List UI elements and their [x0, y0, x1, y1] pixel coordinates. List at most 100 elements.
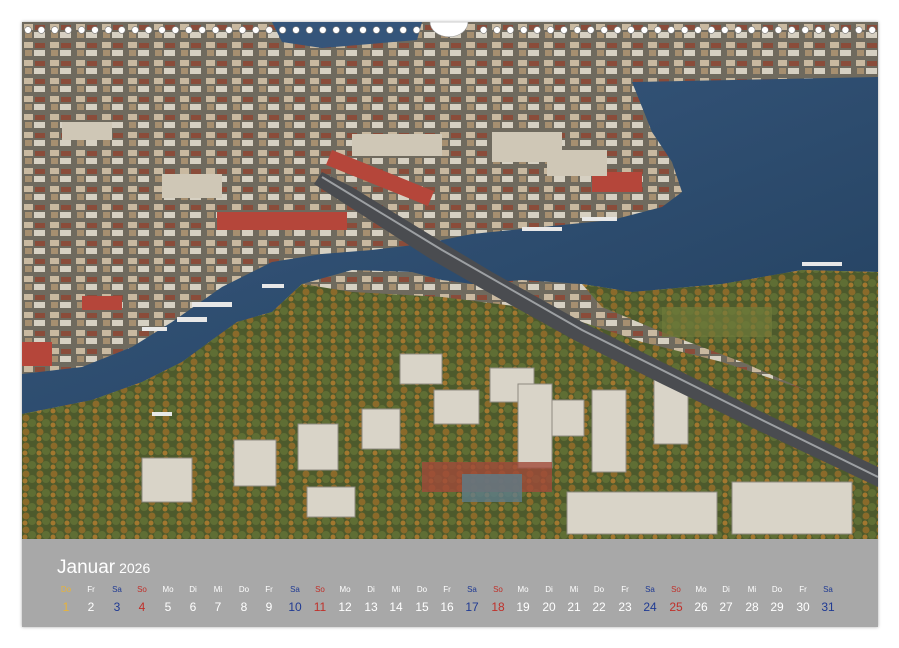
day-cell: Fr 16 [435, 584, 459, 614]
year-label: 2026 [119, 560, 150, 576]
weekday-label: Di [537, 584, 561, 596]
day-cell: Mi 28 [740, 584, 764, 614]
day-cell: Do 15 [410, 584, 434, 614]
day-number: 14 [384, 600, 408, 614]
weekday-label: Mi [206, 584, 230, 596]
day-cell: Mi 7 [206, 584, 230, 614]
day-cell: Di 27 [714, 584, 738, 614]
weekday-label: Fr [613, 584, 637, 596]
aerial-city-river-illustration [22, 22, 878, 539]
weekday-label: Di [181, 584, 205, 596]
day-number: 4 [130, 600, 154, 614]
day-cell: Mi 21 [562, 584, 586, 614]
day-cell: So 11 [308, 584, 332, 614]
day-number: 28 [740, 600, 764, 614]
weekday-label: Mo [156, 584, 180, 596]
day-number: 20 [537, 600, 561, 614]
weekday-label: Do [54, 584, 78, 596]
day-number: 25 [664, 600, 688, 614]
calendar-bar: Januar2026 Do1Fr2Sa3So4Mo5Di6Mi7Do8Fr9Sa… [22, 539, 878, 627]
weekday-label: Do [232, 584, 256, 596]
day-number: 19 [511, 600, 535, 614]
day-number: 13 [359, 600, 383, 614]
day-number: 18 [486, 600, 510, 614]
day-number: 1 [54, 600, 78, 614]
day-cell: Fr 2 [79, 584, 103, 614]
day-number: 7 [206, 600, 230, 614]
day-number: 10 [283, 600, 307, 614]
weekday-label: Fr [435, 584, 459, 596]
day-number: 9 [257, 600, 281, 614]
day-grid: Do1Fr2Sa3So4Mo5Di6Mi7Do8Fr9Sa10So11Mo12D… [54, 584, 854, 624]
weekday-label: So [664, 584, 688, 596]
weekday-label: Mo [333, 584, 357, 596]
weekday-label: Sa [283, 584, 307, 596]
day-number: 22 [587, 600, 611, 614]
day-number: 24 [638, 600, 662, 614]
day-number: 31 [816, 600, 840, 614]
day-cell: Di 6 [181, 584, 205, 614]
day-number: 29 [765, 600, 789, 614]
weekday-label: Do [410, 584, 434, 596]
day-number: 21 [562, 600, 586, 614]
day-cell: Fr 9 [257, 584, 281, 614]
month-heading: Januar2026 [57, 557, 150, 579]
weekday-label: Di [714, 584, 738, 596]
day-cell: Mo 5 [156, 584, 180, 614]
weekday-label: Sa [105, 584, 129, 596]
day-number: 16 [435, 600, 459, 614]
day-cell: Do 1 [54, 584, 78, 614]
weekday-label: Mi [740, 584, 764, 596]
day-cell: Mo 19 [511, 584, 535, 614]
weekday-label: Sa [460, 584, 484, 596]
day-number: 6 [181, 600, 205, 614]
weekday-label: Do [765, 584, 789, 596]
day-cell: Di 20 [537, 584, 561, 614]
day-number: 5 [156, 600, 180, 614]
day-cell: Do 29 [765, 584, 789, 614]
day-number: 27 [714, 600, 738, 614]
day-cell: Di 13 [359, 584, 383, 614]
day-cell: Fr 30 [791, 584, 815, 614]
weekday-label: Fr [79, 584, 103, 596]
weekday-label: Mo [689, 584, 713, 596]
day-cell: So 4 [130, 584, 154, 614]
weekday-label: Fr [791, 584, 815, 596]
weekday-label: Mo [511, 584, 535, 596]
weekday-label: Di [359, 584, 383, 596]
day-cell: Do 8 [232, 584, 256, 614]
day-cell: So 25 [664, 584, 688, 614]
weekday-label: Fr [257, 584, 281, 596]
weekday-label: Mi [384, 584, 408, 596]
day-cell: Sa 24 [638, 584, 662, 614]
day-cell: Sa 10 [283, 584, 307, 614]
weekday-label: Sa [638, 584, 662, 596]
day-number: 12 [333, 600, 357, 614]
day-cell: So 18 [486, 584, 510, 614]
day-number: 2 [79, 600, 103, 614]
day-number: 15 [410, 600, 434, 614]
weekday-label: Mi [562, 584, 586, 596]
day-cell: Sa 17 [460, 584, 484, 614]
weekday-label: So [486, 584, 510, 596]
day-cell: Sa 3 [105, 584, 129, 614]
day-cell: Mo 12 [333, 584, 357, 614]
day-cell: Fr 23 [613, 584, 637, 614]
weekday-label: So [308, 584, 332, 596]
day-cell: Mi 14 [384, 584, 408, 614]
day-number: 23 [613, 600, 637, 614]
day-cell: Do 22 [587, 584, 611, 614]
day-number: 3 [105, 600, 129, 614]
weekday-label: Do [587, 584, 611, 596]
weekday-label: Sa [816, 584, 840, 596]
day-cell: Mo 26 [689, 584, 713, 614]
day-number: 30 [791, 600, 815, 614]
day-number: 26 [689, 600, 713, 614]
day-number: 11 [308, 600, 332, 614]
day-cell: Sa 31 [816, 584, 840, 614]
day-number: 17 [460, 600, 484, 614]
month-name: Januar [57, 557, 115, 578]
weekday-label: So [130, 584, 154, 596]
calendar-page: Januar2026 Do1Fr2Sa3So4Mo5Di6Mi7Do8Fr9Sa… [22, 22, 878, 627]
day-number: 8 [232, 600, 256, 614]
